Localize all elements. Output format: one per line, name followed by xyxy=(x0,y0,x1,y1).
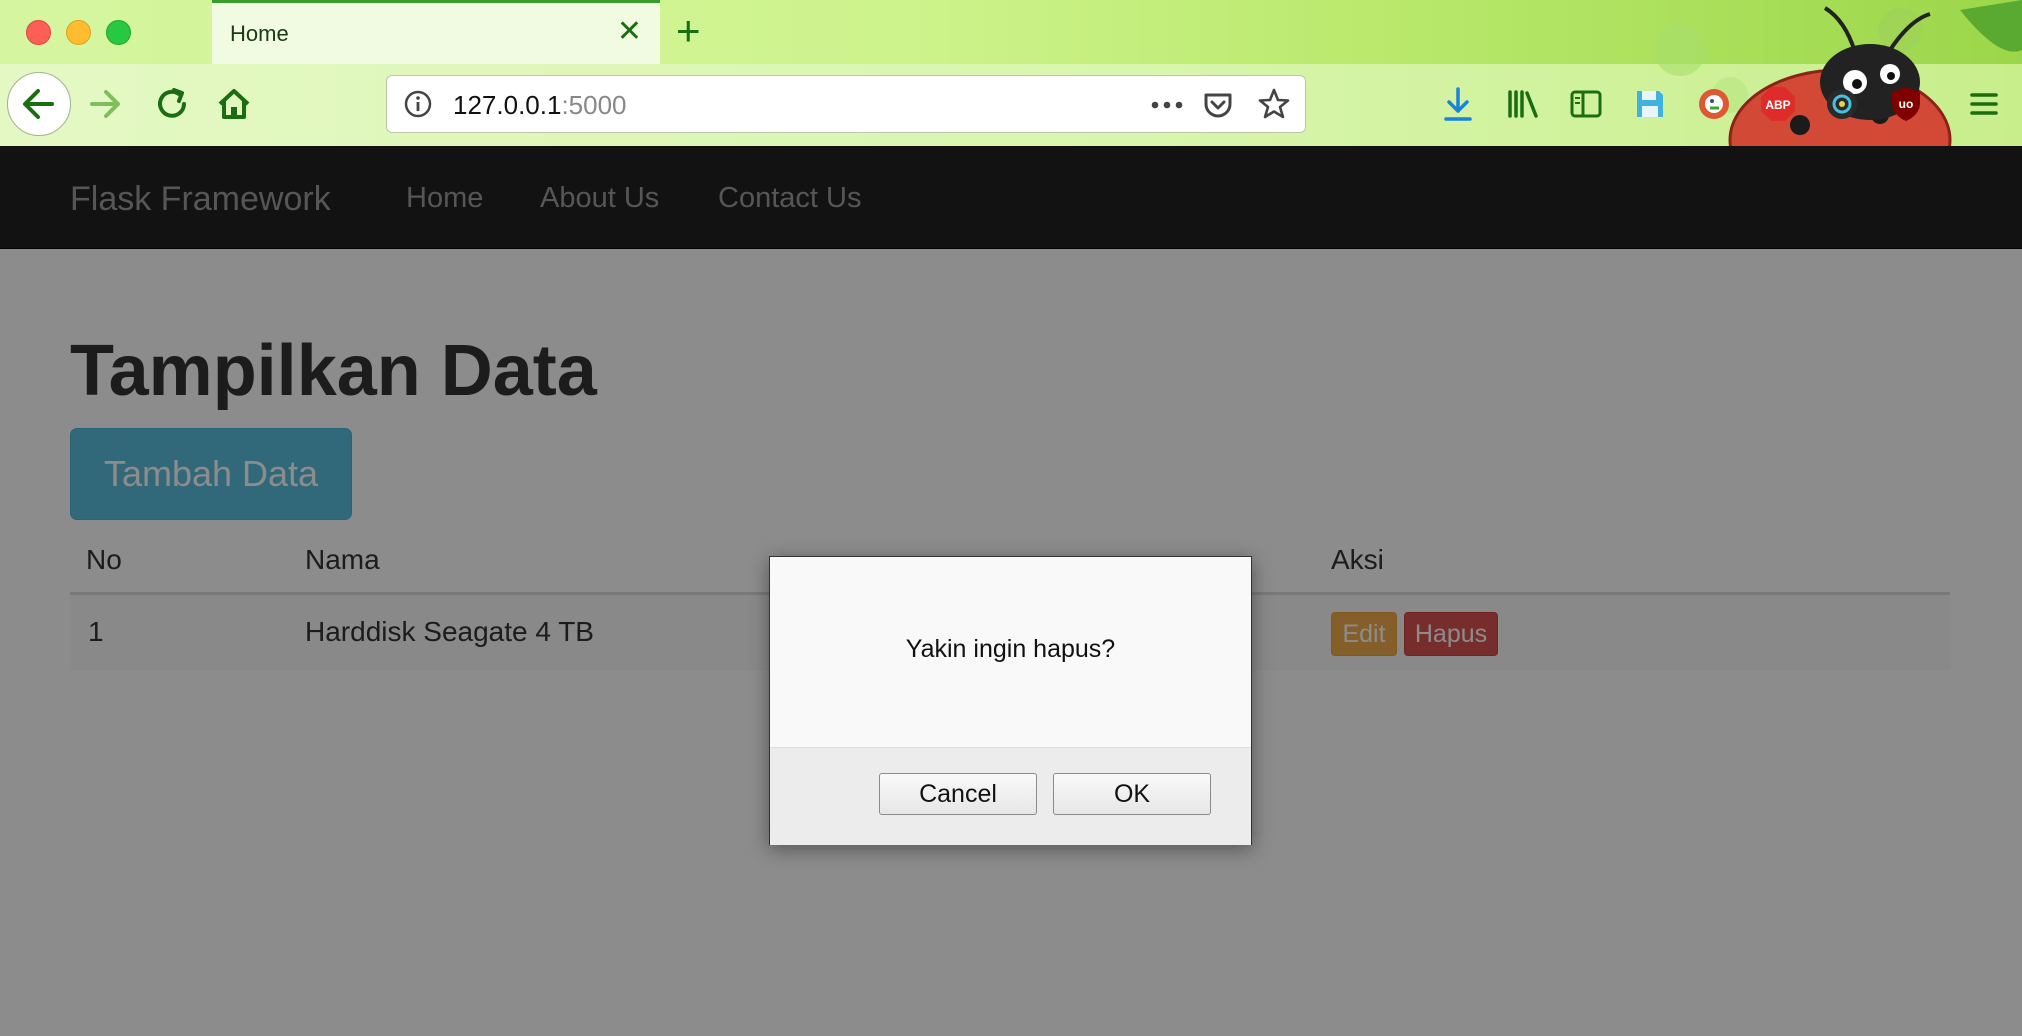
dialog-footer: Cancel OK xyxy=(770,747,1251,845)
close-window-button[interactable] xyxy=(26,20,51,45)
maximize-window-button[interactable] xyxy=(106,20,131,45)
ublock-icon[interactable]: uo xyxy=(1886,82,1926,126)
svg-text:ABP: ABP xyxy=(1765,98,1790,112)
ok-button[interactable]: OK xyxy=(1053,773,1211,815)
camera-icon[interactable] xyxy=(1822,82,1862,126)
minimize-window-button[interactable] xyxy=(66,20,91,45)
cancel-button[interactable]: Cancel xyxy=(879,773,1037,815)
url-text: 127.0.0.1:5000 xyxy=(453,90,627,120)
info-icon[interactable] xyxy=(403,89,433,119)
star-icon[interactable] xyxy=(1257,87,1291,121)
adblock-icon[interactable]: ABP xyxy=(1758,82,1798,126)
back-arrow-icon xyxy=(23,89,54,119)
more-icon[interactable] xyxy=(1149,90,1185,120)
home-icon[interactable] xyxy=(212,82,256,126)
library-icon[interactable] xyxy=(1502,82,1542,126)
browser-tab-active[interactable]: Home ✕ xyxy=(212,0,660,64)
duckduckgo-icon[interactable] xyxy=(1694,82,1734,126)
download-icon[interactable] xyxy=(1438,82,1478,126)
forward-arrow-icon[interactable] xyxy=(84,82,128,126)
sidebar-icon[interactable] xyxy=(1566,82,1606,126)
tab-title: Home xyxy=(230,21,289,46)
dialog-message: Yakin ingin hapus? xyxy=(905,635,1116,663)
new-tab-plus-icon[interactable]: + xyxy=(676,6,701,56)
back-button[interactable] xyxy=(7,72,71,136)
hamburger-menu-icon[interactable] xyxy=(1964,82,2004,126)
svg-text:uo: uo xyxy=(1899,97,1914,111)
close-icon[interactable]: ✕ xyxy=(617,17,642,47)
confirm-dialog: Yakin ingin hapus? Cancel OK xyxy=(769,556,1252,845)
pocket-icon[interactable] xyxy=(1201,88,1235,122)
reload-icon[interactable] xyxy=(150,82,194,126)
address-bar[interactable]: 127.0.0.1:5000 xyxy=(386,75,1306,133)
save-icon[interactable] xyxy=(1630,82,1670,126)
